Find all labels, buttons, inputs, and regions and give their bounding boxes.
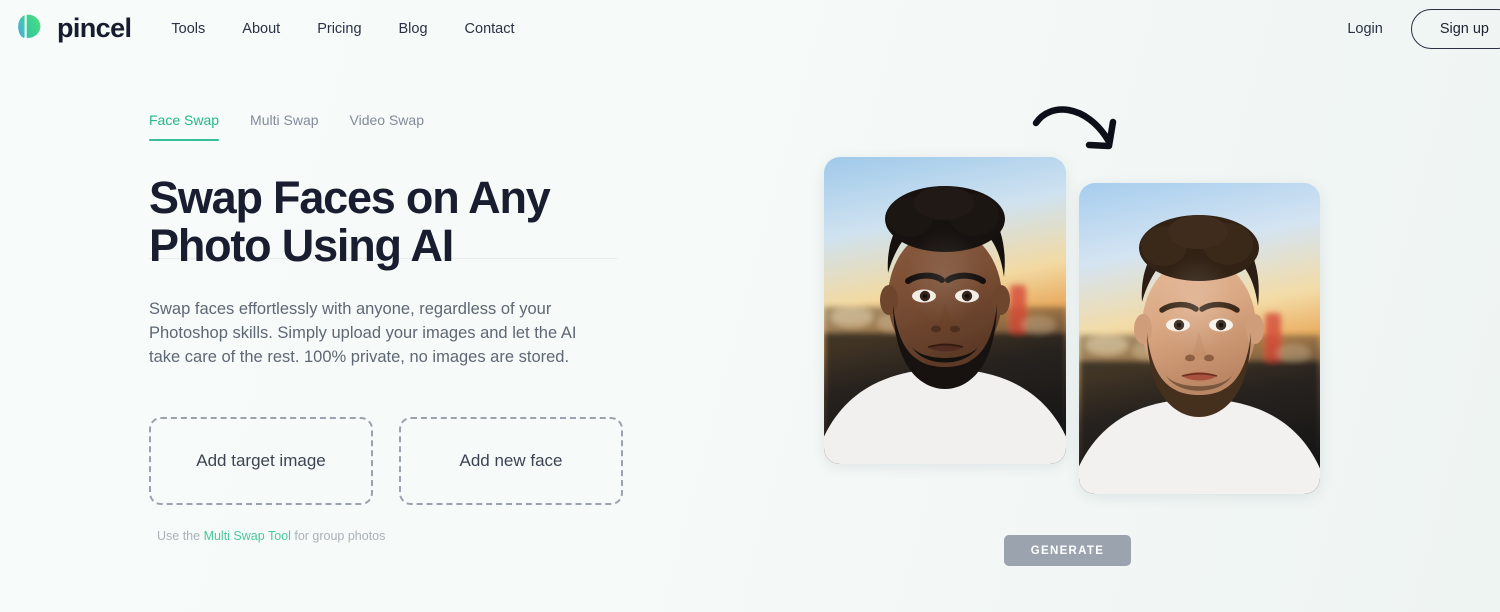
tab-multi-swap[interactable]: Multi Swap — [250, 112, 318, 141]
page-title: Swap Faces on Any Photo Using AI — [149, 172, 551, 272]
brand-logo[interactable]: pincel — [14, 12, 132, 46]
nav-item-pricing[interactable]: Pricing — [317, 21, 361, 37]
site-header: pincel Tools About Pricing Blog Contact … — [0, 0, 1500, 57]
source-photo[interactable] — [824, 157, 1066, 464]
brand-name: pincel — [57, 13, 132, 43]
result-photo[interactable] — [1079, 183, 1320, 494]
nav-item-blog[interactable]: Blog — [399, 21, 428, 37]
upload-row: Add target image Add new face — [149, 417, 623, 505]
nav-item-about[interactable]: About — [242, 21, 280, 37]
multi-swap-hint: Use the Multi Swap Tool for group photos — [157, 529, 385, 543]
tab-video-swap[interactable]: Video Swap — [350, 112, 424, 141]
tab-face-swap[interactable]: Face Swap — [149, 112, 220, 141]
hint-suffix: for group photos — [290, 529, 386, 543]
nav-item-contact[interactable]: Contact — [465, 21, 515, 37]
page-root: pincel Tools About Pricing Blog Contact … — [0, 0, 1500, 612]
header-actions: Login Sign up — [1341, 9, 1500, 49]
generate-button[interactable]: GENERATE — [1004, 535, 1131, 566]
tool-description: Swap faces effortlessly with anyone, reg… — [149, 300, 577, 366]
tool-panel: Face Swap Multi Swap Video Swap Swap Fac… — [149, 112, 623, 543]
hint-prefix: Use the — [157, 529, 204, 543]
main-nav: Tools About Pricing Blog Contact — [171, 21, 514, 37]
login-link[interactable]: Login — [1341, 17, 1388, 41]
pincel-leaf-logo-icon — [14, 12, 48, 46]
add-new-face-button[interactable]: Add new face — [399, 417, 623, 505]
add-target-image-button[interactable]: Add target image — [149, 417, 373, 505]
nav-item-tools[interactable]: Tools — [171, 21, 205, 37]
tool-tabs: Face Swap Multi Swap Video Swap — [149, 112, 619, 141]
multi-swap-tool-link[interactable]: Multi Swap Tool — [204, 529, 291, 543]
signup-button[interactable]: Sign up — [1410, 9, 1500, 49]
